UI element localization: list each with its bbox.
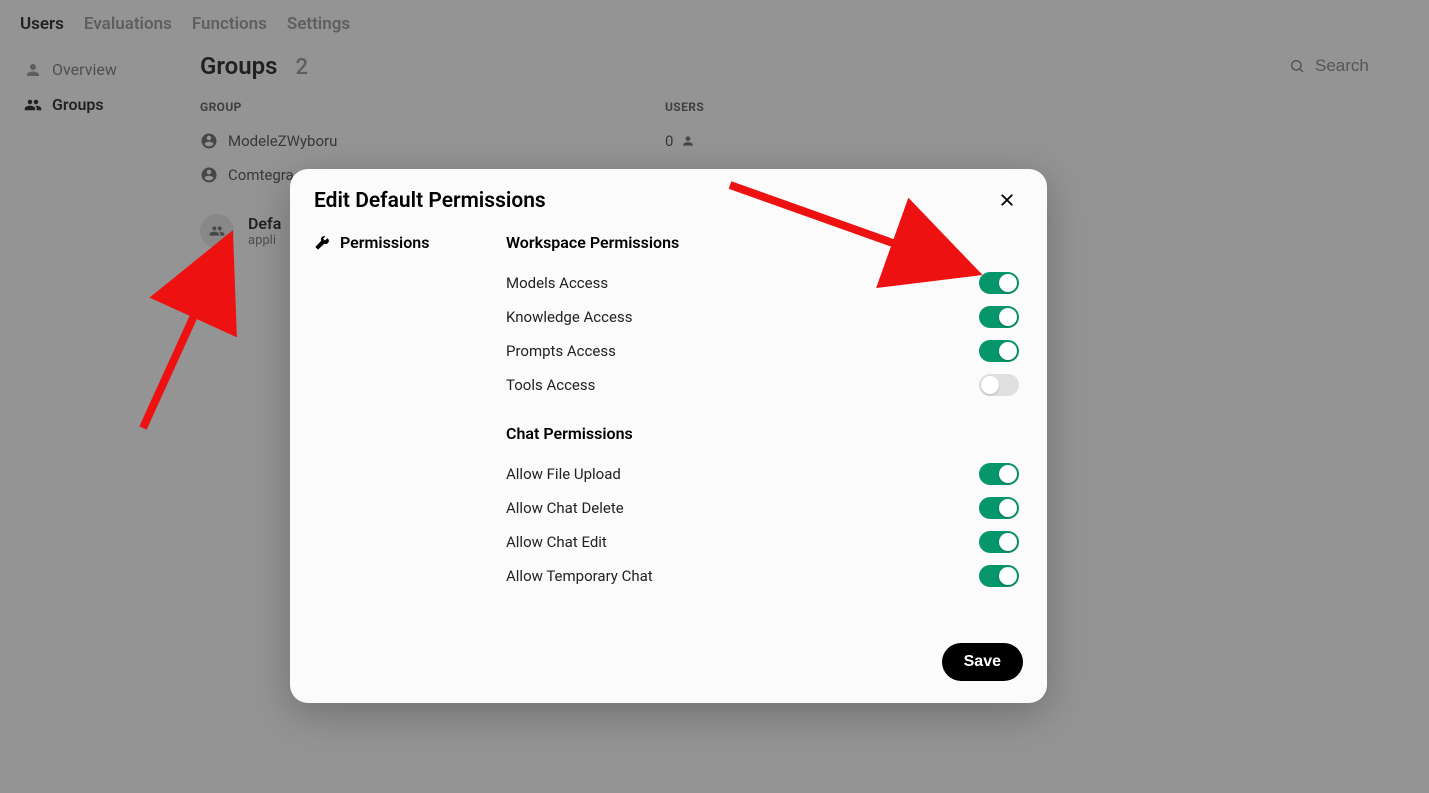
perm-row-tools-access: Tools Access: [506, 368, 1019, 402]
perm-row-temporary-chat: Allow Temporary Chat: [506, 559, 1019, 593]
section-workspace-permissions: Workspace Permissions: [506, 233, 1019, 252]
perm-label: Models Access: [506, 274, 608, 292]
modal-title: Edit Default Permissions: [314, 189, 546, 213]
toggle-knowledge-access[interactable]: [979, 306, 1019, 328]
section-chat-permissions: Chat Permissions: [506, 424, 1019, 443]
modal-nav-label: Permissions: [340, 233, 429, 252]
toggle-tools-access[interactable]: [979, 374, 1019, 396]
perm-label: Allow Chat Delete: [506, 499, 624, 517]
modal-close-button[interactable]: [995, 191, 1019, 212]
save-button[interactable]: Save: [942, 643, 1023, 681]
perm-label: Allow File Upload: [506, 465, 621, 483]
perm-label: Prompts Access: [506, 342, 616, 360]
close-icon: [998, 191, 1016, 209]
toggle-chat-delete[interactable]: [979, 497, 1019, 519]
modal-sidebar: Permissions: [314, 229, 506, 643]
modal-content: Workspace Permissions Models Access Know…: [506, 229, 1023, 643]
perm-label: Allow Temporary Chat: [506, 567, 653, 585]
toggle-temporary-chat[interactable]: [979, 565, 1019, 587]
toggle-chat-edit[interactable]: [979, 531, 1019, 553]
perm-row-file-upload: Allow File Upload: [506, 457, 1019, 491]
edit-permissions-modal: Edit Default Permissions Permissions Wor…: [290, 169, 1047, 703]
perm-label: Tools Access: [506, 376, 595, 394]
perm-row-knowledge-access: Knowledge Access: [506, 300, 1019, 334]
perm-row-chat-edit: Allow Chat Edit: [506, 525, 1019, 559]
perm-label: Knowledge Access: [506, 308, 632, 326]
wrench-icon: [314, 235, 330, 251]
toggle-prompts-access[interactable]: [979, 340, 1019, 362]
modal-nav-permissions[interactable]: Permissions: [314, 229, 506, 256]
perm-row-chat-delete: Allow Chat Delete: [506, 491, 1019, 525]
toggle-models-access[interactable]: [979, 272, 1019, 294]
perm-label: Allow Chat Edit: [506, 533, 607, 551]
perm-row-prompts-access: Prompts Access: [506, 334, 1019, 368]
perm-row-models-access: Models Access: [506, 266, 1019, 300]
toggle-file-upload[interactable]: [979, 463, 1019, 485]
